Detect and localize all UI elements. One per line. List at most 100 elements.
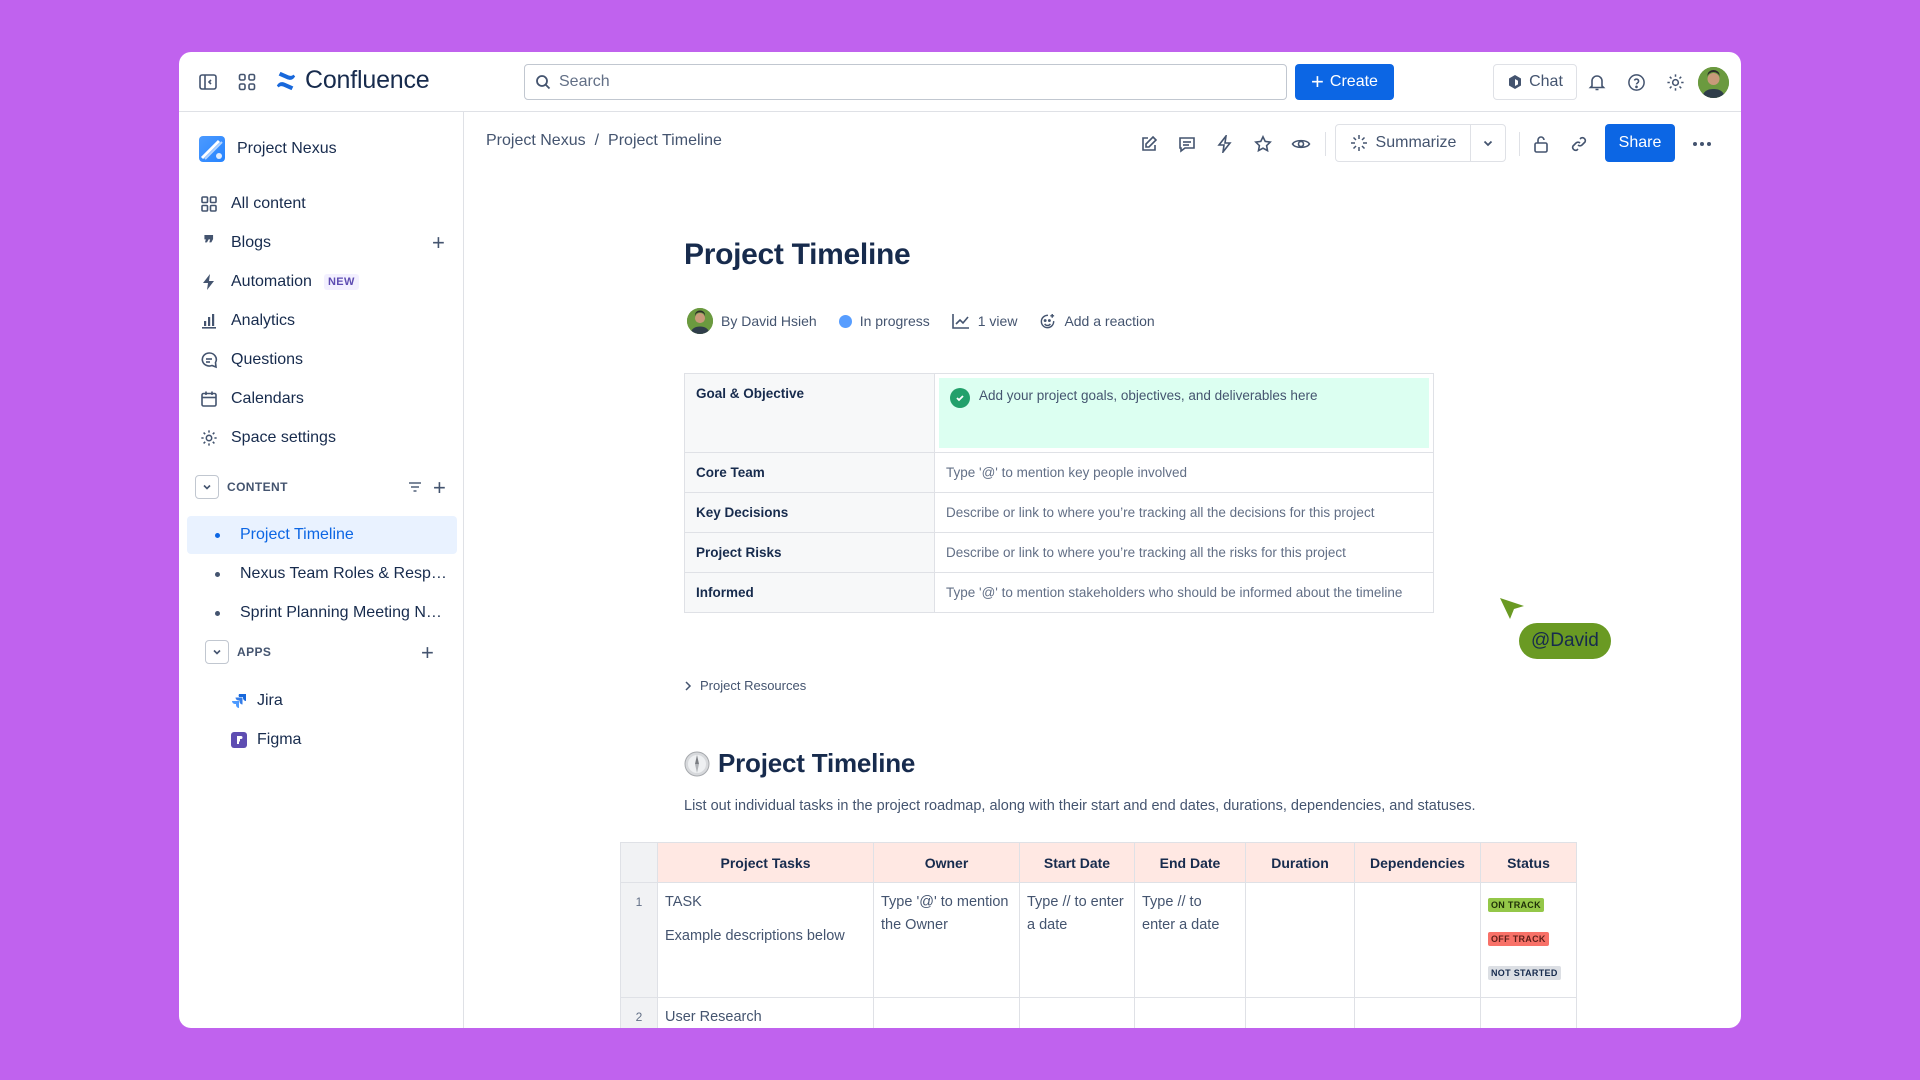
automation-bolt-icon[interactable] — [1213, 132, 1237, 156]
breadcrumb-page-link[interactable]: Project Timeline — [608, 132, 722, 150]
sidebar-toggle-icon[interactable] — [196, 70, 220, 94]
add-blog-icon[interactable]: + — [432, 232, 445, 254]
table-row: Core Team Type '@' to mention key people… — [684, 452, 1434, 493]
column-header[interactable]: Status — [1480, 842, 1577, 883]
owner-cell[interactable] — [873, 997, 1020, 1028]
settings-gear-icon[interactable] — [1663, 70, 1687, 94]
restrictions-lock-icon[interactable] — [1529, 132, 1553, 156]
app-item-jira[interactable]: Jira — [231, 686, 283, 716]
breadcrumb-space-link[interactable]: Project Nexus — [486, 132, 586, 150]
status-indicator[interactable]: In progress — [838, 313, 930, 329]
author-byline[interactable]: By David Hsieh — [687, 308, 817, 334]
column-header[interactable]: Start Date — [1019, 842, 1135, 883]
space-header[interactable]: Project Nexus — [199, 136, 337, 162]
row-key: Goal & Objective — [684, 373, 935, 453]
help-icon[interactable] — [1624, 70, 1648, 94]
create-button[interactable]: + Create — [1295, 64, 1394, 100]
add-reaction-button[interactable]: Add a reaction — [1039, 313, 1155, 330]
duration-cell[interactable] — [1245, 882, 1355, 998]
start-date-cell[interactable]: Type // to enter a date — [1019, 882, 1135, 998]
column-header[interactable]: Owner — [873, 842, 1020, 883]
more-actions-icon[interactable] — [1690, 132, 1714, 156]
sidebar-item-calendars[interactable]: Calendars — [199, 383, 459, 415]
sidebar-item-automation[interactable]: Automation NEW — [199, 266, 459, 298]
star-icon[interactable] — [1251, 132, 1275, 156]
summarize-dropdown[interactable] — [1470, 124, 1506, 162]
column-header[interactable]: Duration — [1245, 842, 1355, 883]
status-lozenge-on-track[interactable]: ON TRACK — [1488, 898, 1544, 912]
copy-link-icon[interactable] — [1567, 132, 1591, 156]
sidebar-item-label: Blogs — [231, 234, 272, 251]
end-date-cell[interactable]: Type // to enter a date — [1134, 882, 1246, 998]
start-date-cell[interactable] — [1019, 997, 1135, 1028]
tree-item-sprint-planning[interactable]: Sprint Planning Meeting Notes — [187, 594, 457, 632]
quote-icon: ❞ — [203, 231, 215, 255]
status-cell[interactable] — [1480, 997, 1577, 1028]
user-avatar[interactable] — [1698, 67, 1729, 98]
avatar-portrait-icon — [1698, 67, 1729, 98]
status-cell[interactable]: ON TRACK OFF TRACK NOT STARTED — [1480, 882, 1577, 998]
app-switcher-icon[interactable] — [235, 70, 259, 94]
search-bar[interactable] — [524, 64, 1287, 100]
sidebar-item-blogs[interactable]: ❞ Blogs — [199, 227, 459, 259]
duration-cell[interactable] — [1245, 997, 1355, 1028]
confluence-logo[interactable]: Confluence — [275, 66, 430, 95]
end-date-cell[interactable] — [1134, 997, 1246, 1028]
add-app-icon[interactable]: + — [421, 642, 434, 664]
project-resources-expand[interactable]: Project Resources — [684, 678, 806, 693]
app-item-label: Figma — [257, 731, 302, 748]
tree-item-project-timeline[interactable]: Project Timeline — [187, 516, 457, 554]
bullet-icon — [215, 610, 220, 616]
row-value[interactable]: Type '@' to mention stakeholders who sho… — [934, 572, 1434, 613]
view-count[interactable]: 1 view — [951, 313, 1017, 329]
tree-item-team-roles[interactable]: Nexus Team Roles & Responsibilities — [187, 555, 457, 593]
space-logo-icon — [199, 136, 225, 162]
add-content-icon[interactable]: + — [433, 477, 446, 499]
chat-button[interactable]: Chat — [1493, 64, 1577, 100]
owner-cell[interactable]: Type '@' to mention the Owner — [873, 882, 1020, 998]
content-section-label: CONTENT — [227, 480, 288, 494]
app-item-figma[interactable]: Figma — [231, 725, 301, 755]
sidebar-item-space-settings[interactable]: Space settings — [199, 422, 459, 454]
compass-emoji-icon — [684, 751, 710, 776]
create-button-label: Create — [1329, 73, 1378, 90]
author-avatar — [687, 308, 713, 334]
collapse-chevron-icon[interactable] — [195, 475, 219, 499]
status-lozenge-not-started[interactable]: NOT STARTED — [1488, 966, 1561, 980]
dependencies-cell[interactable] — [1354, 882, 1481, 998]
apps-section-header[interactable]: APPS — [205, 638, 271, 666]
comment-icon[interactable] — [1175, 132, 1199, 156]
space-sidebar: Project Nexus All content ❞ Blogs + Auto… — [179, 112, 464, 1028]
content-section-header[interactable]: CONTENT — [195, 473, 288, 501]
row-number: 1 — [620, 882, 658, 998]
page-title: Project Timeline — [684, 238, 911, 271]
watch-eye-icon[interactable] — [1289, 132, 1313, 156]
table-row: 1 TASK Example descriptions below Type '… — [620, 882, 1577, 998]
task-cell[interactable]: TASK Example descriptions below — [657, 882, 874, 998]
filter-icon[interactable] — [407, 479, 423, 500]
column-header[interactable]: Dependencies — [1354, 842, 1481, 883]
share-button[interactable]: Share — [1605, 124, 1675, 162]
column-header[interactable]: Project Tasks — [657, 842, 874, 883]
bar-chart-icon — [199, 311, 219, 331]
sidebar-item-questions[interactable]: Questions — [199, 344, 459, 376]
dependencies-cell[interactable] — [1354, 997, 1481, 1028]
task-cell[interactable]: User Research — [657, 997, 874, 1028]
search-input[interactable] — [559, 73, 1259, 91]
confluence-logo-icon — [276, 71, 296, 90]
search-icon — [536, 75, 551, 90]
sidebar-item-analytics[interactable]: Analytics — [199, 305, 459, 337]
goal-cell[interactable]: Add your project goals, objectives, and … — [934, 373, 1434, 453]
notifications-bell-icon[interactable] — [1585, 70, 1609, 94]
sidebar-item-all-content[interactable]: All content — [199, 188, 459, 220]
row-value[interactable]: Describe or link to where you’re trackin… — [934, 492, 1434, 533]
column-header[interactable]: End Date — [1134, 842, 1246, 883]
row-value[interactable]: Type '@' to mention key people involved — [934, 452, 1434, 493]
collapse-chevron-icon[interactable] — [205, 640, 229, 664]
summarize-button[interactable]: Summarize — [1335, 124, 1471, 162]
row-value[interactable]: Describe or link to where you’re trackin… — [934, 532, 1434, 573]
status-lozenge-off-track[interactable]: OFF TRACK — [1488, 932, 1549, 946]
tree-item-label: Nexus Team Roles & Responsibilities — [240, 565, 450, 582]
table-row: 2 User Research — [620, 997, 1577, 1028]
edit-pencil-icon[interactable] — [1137, 132, 1161, 156]
